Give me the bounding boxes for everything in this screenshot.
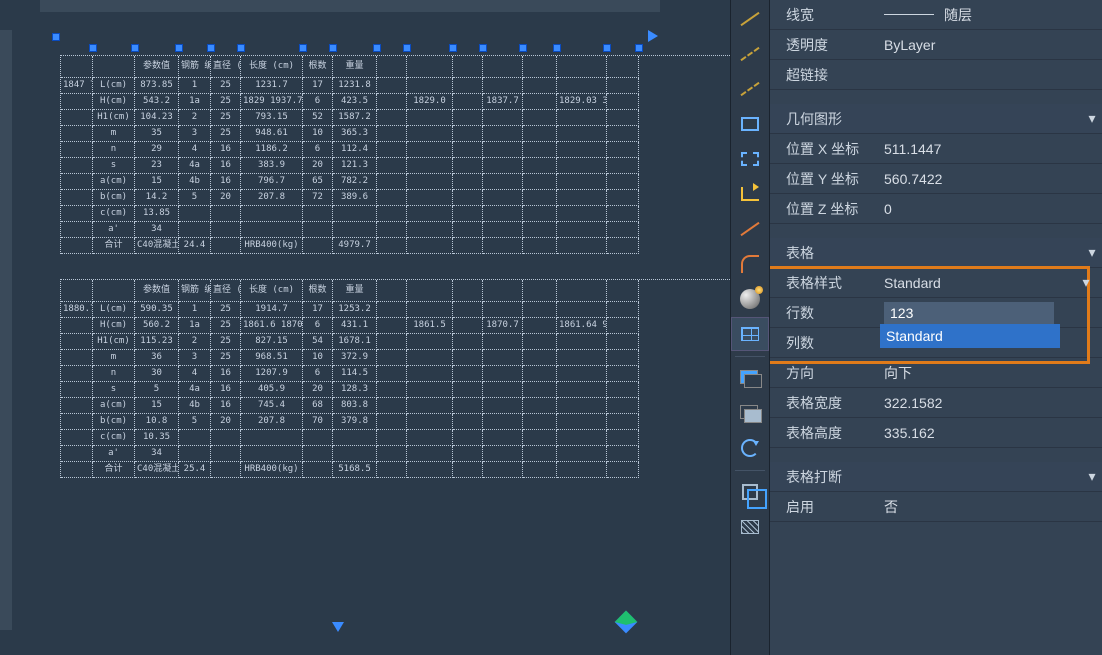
chevron-down-icon: ▾ <box>1082 110 1102 127</box>
selection-grips-top <box>52 33 657 41</box>
prop-hyperlink-label: 超链接 <box>770 65 880 85</box>
prop-table-style[interactable]: 表格样式 Standard ▾ <box>770 268 1102 298</box>
prop-hyperlink-value <box>880 60 1102 89</box>
prop-table-height[interactable]: 表格高度 335.162 <box>770 418 1102 448</box>
prop-table-style-value: Standard <box>884 275 941 291</box>
prop-transparency[interactable]: 透明度 ByLayer <box>770 30 1102 60</box>
chevron-down-icon: ▾ <box>1082 244 1102 261</box>
prop-table-direction-value: 向下 <box>880 358 1102 387</box>
prop-table-cols-value <box>880 328 1102 357</box>
tool-arc[interactable] <box>731 247 769 281</box>
prop-lineweight-label: 线宽 <box>770 5 880 25</box>
tool-diagonal[interactable] <box>731 212 769 246</box>
prop-table-cols[interactable]: 列数 <box>770 328 1102 358</box>
prop-pos-y-label: 位置 Y 坐标 <box>770 169 880 189</box>
section-table[interactable]: 表格 ▾ <box>770 238 1102 268</box>
drawing-table-2[interactable]: 参数值钢筋 编号直径 (mm)长度 (cm)根数重量1880.7L(cm)590… <box>60 279 730 478</box>
tool-send-back[interactable] <box>731 396 769 430</box>
prop-table-width-value: 322.1582 <box>880 388 1102 417</box>
prop-pos-x-value: 511.1447 <box>880 134 1102 163</box>
prop-table-rows[interactable]: 行数 Standard <box>770 298 1102 328</box>
prop-table-height-label: 表格高度 <box>770 423 880 443</box>
model-canvas[interactable]: 参数值钢筋 编号直径 (mm)长度 (cm)根数重量1847 7L(cm)873… <box>0 0 730 655</box>
properties-panel: 线宽 随层 透明度 ByLayer 超链接 几何图形 ▾ 位置 X 坐标 511… <box>770 0 1102 655</box>
prop-pos-x-label: 位置 X 坐标 <box>770 139 880 159</box>
ruler-left <box>0 30 12 630</box>
prop-table-cols-label: 列数 <box>770 333 880 353</box>
prop-pos-x[interactable]: 位置 X 坐标 511.1447 <box>770 134 1102 164</box>
tool-rect-dashed[interactable] <box>731 142 769 176</box>
section-geometry[interactable]: 几何图形 ▾ <box>770 104 1102 134</box>
prop-table-direction-label: 方向 <box>770 363 880 383</box>
chevron-down-icon: ▾ <box>1082 468 1102 485</box>
prop-break-enable[interactable]: 启用 否 <box>770 492 1102 522</box>
prop-table-rows-input[interactable] <box>884 302 1054 324</box>
prop-table-rows-label: 行数 <box>770 303 880 323</box>
tool-table[interactable] <box>731 317 769 351</box>
ruler-top <box>40 0 660 12</box>
prop-table-direction[interactable]: 方向 向下 <box>770 358 1102 388</box>
prop-pos-z-label: 位置 Z 坐标 <box>770 199 880 219</box>
prop-break-enable-value: 否 <box>880 492 1102 521</box>
prop-hyperlink[interactable]: 超链接 <box>770 60 1102 90</box>
tool-polyline-arrow[interactable] <box>731 177 769 211</box>
prop-break-enable-label: 启用 <box>770 497 880 517</box>
tool-rotate[interactable] <box>731 431 769 465</box>
prop-lineweight-value: 随层 <box>944 5 972 25</box>
prop-table-style-label: 表格样式 <box>770 273 880 293</box>
prop-pos-y-value: 560.7422 <box>880 164 1102 193</box>
prop-pos-z[interactable]: 位置 Z 坐标 0 <box>770 194 1102 224</box>
tool-xline[interactable] <box>731 72 769 106</box>
tool-line[interactable] <box>731 2 769 36</box>
drawing-table-1[interactable]: 参数值钢筋 编号直径 (mm)长度 (cm)根数重量1847 7L(cm)873… <box>60 55 730 254</box>
tool-rectangle[interactable] <box>731 107 769 141</box>
section-table-label: 表格 <box>770 243 1082 263</box>
tool-bring-front[interactable] <box>731 361 769 395</box>
prop-transparency-value: ByLayer <box>880 30 1102 59</box>
selection-arrow-down <box>332 622 344 638</box>
tool-sphere[interactable] <box>731 282 769 316</box>
section-table-break[interactable]: 表格打断 ▾ <box>770 462 1102 492</box>
draw-tool-strip <box>730 0 770 655</box>
selection-corner-arrow <box>615 611 638 634</box>
chevron-down-icon[interactable]: ▾ <box>1076 274 1096 291</box>
prop-table-width-label: 表格宽度 <box>770 393 880 413</box>
prop-table-width[interactable]: 表格宽度 322.1582 <box>770 388 1102 418</box>
prop-table-height-value: 335.162 <box>880 418 1102 447</box>
tool-crop[interactable] <box>731 475 769 509</box>
tool-hatch[interactable] <box>731 510 769 544</box>
prop-transparency-label: 透明度 <box>770 35 880 55</box>
tool-ray[interactable] <box>731 37 769 71</box>
prop-lineweight[interactable]: 线宽 随层 <box>770 0 1102 30</box>
prop-pos-z-value: 0 <box>880 194 1102 223</box>
section-geometry-label: 几何图形 <box>770 109 1082 129</box>
prop-pos-y[interactable]: 位置 Y 坐标 560.7422 <box>770 164 1102 194</box>
section-table-break-label: 表格打断 <box>770 467 1082 487</box>
